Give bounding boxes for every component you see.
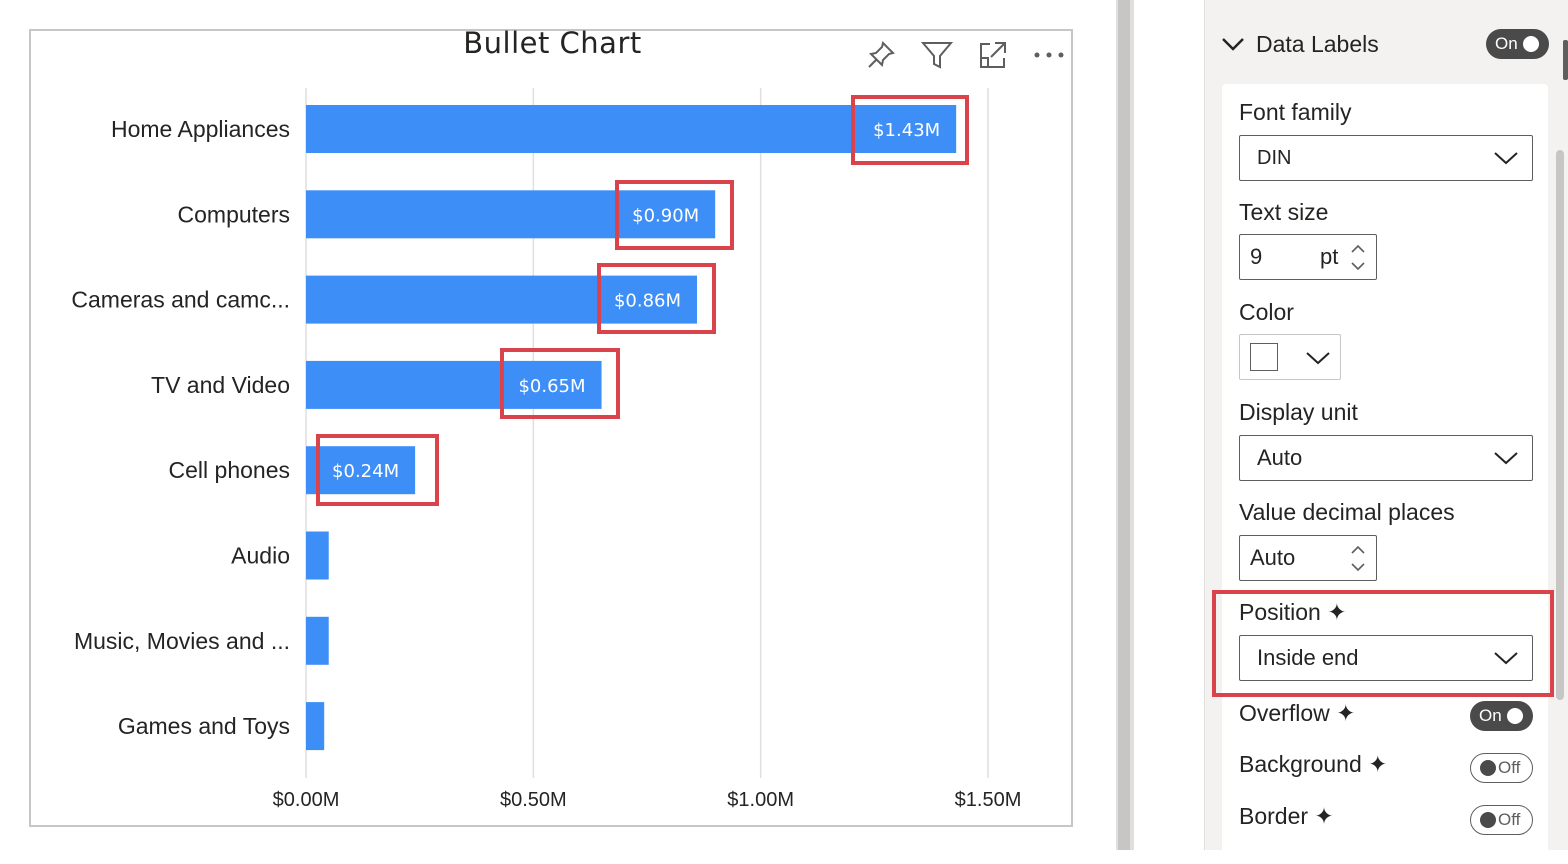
category-label: Cell phones [169,457,290,483]
position-label: Position ✦ [1239,599,1347,625]
display-unit-dropdown[interactable]: Auto [1239,435,1533,481]
bars: $1.43M $0.90M $0.86M $0.65M $0.24M [306,105,957,751]
text-size-stepper[interactable]: 9 pt [1239,234,1377,280]
decimal-places-stepper[interactable]: Auto [1239,535,1377,581]
toggle-knob [1480,760,1496,776]
category-axis: Home Appliances Computers Cameras and camc… [71,116,290,739]
chevron-down-icon [1494,652,1518,665]
stepper-arrows-icon[interactable] [1348,539,1368,577]
category-label: Cameras and camc... [71,287,290,313]
category-label: TV and Video [151,372,290,398]
color-swatch [1250,343,1278,371]
category-label: Games and Toys [118,713,290,739]
section-title: Data Labels [1256,30,1379,57]
bar[interactable] [306,702,325,751]
decimal-places-label: Value decimal places [1239,499,1455,525]
bar[interactable] [306,616,329,665]
display-unit-label: Display unit [1239,399,1358,425]
toggle-knob [1480,812,1496,828]
pane-scrollbar-top[interactable] [1563,40,1568,80]
category-label: Computers [178,201,290,227]
overflow-toggle[interactable]: On [1470,701,1533,731]
x-tick-label: $0.50M [500,789,567,811]
chevron-down-icon [1494,452,1518,465]
x-tick-label: $1.00M [727,789,794,811]
data-label: $0.65M [518,376,585,397]
color-label: Color [1239,299,1294,325]
data-label: $0.90M [632,205,699,226]
position-value: Inside end [1257,645,1359,670]
x-tick-label: $1.50M [955,789,1022,811]
data-labels-toggle[interactable]: On [1486,29,1549,59]
stepper-arrows-icon[interactable] [1348,238,1368,276]
category-label: Audio [231,543,290,569]
pane-splitter[interactable] [1116,0,1134,850]
data-label: $0.24M [332,461,399,482]
data-label: $1.43M [873,120,940,141]
position-dropdown[interactable]: Inside end [1239,635,1533,681]
font-family-value: DIN [1257,146,1292,169]
overflow-label: Overflow ✦ [1239,700,1356,726]
x-tick-label: $0.00M [273,789,340,811]
value-axis: $0.00M $0.50M $1.00M $1.50M [273,789,1022,811]
font-family-label: Font family [1239,99,1352,125]
category-label: Music, Movies and ... [74,628,290,654]
chevron-down-icon [1306,352,1330,365]
toggle-knob [1522,36,1539,52]
category-label: Home Appliances [111,116,290,142]
chevron-down-icon [1222,38,1244,51]
background-label: Background ✦ [1239,751,1388,777]
chevron-down-icon [1494,152,1518,165]
bar[interactable] [306,105,957,153]
text-size-value: 9 [1250,244,1263,269]
border-toggle[interactable]: Off [1470,805,1533,835]
bar[interactable] [306,531,329,580]
pane-scrollbar[interactable] [1556,150,1564,700]
background-toggle[interactable]: Off [1470,753,1533,783]
display-unit-value: Auto [1257,445,1303,470]
font-family-dropdown[interactable]: DIN [1239,135,1533,181]
bar-chart: $1.43M $0.90M $0.86M $0.65M $0.24M Home Appl… [71,88,1022,811]
border-label: Border ✦ [1239,803,1334,829]
text-size-label: Text size [1239,199,1329,225]
color-picker[interactable] [1239,334,1341,380]
text-size-unit: pt [1320,244,1339,269]
toggle-knob [1506,708,1523,724]
data-label: $0.86M [614,291,681,312]
decimal-places-value: Auto [1250,545,1296,570]
